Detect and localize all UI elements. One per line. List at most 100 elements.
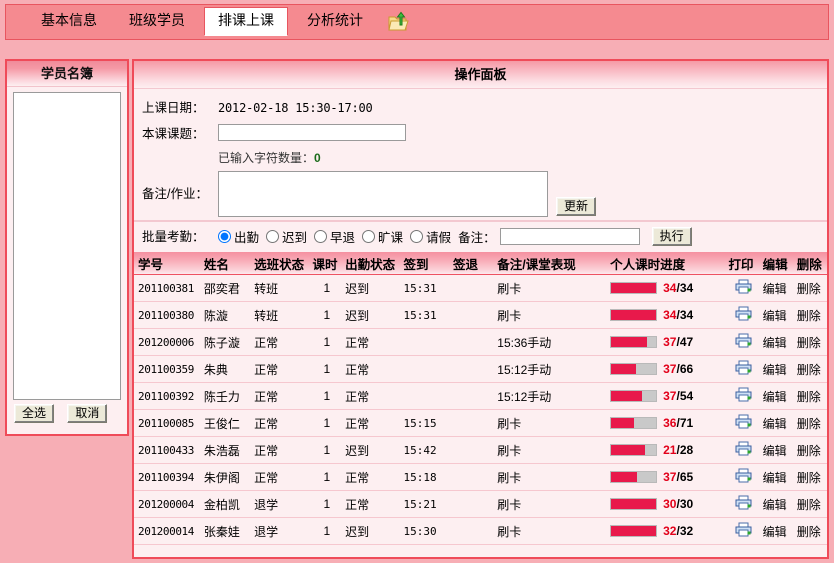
delete-link[interactable]: 删除 [797, 444, 821, 458]
cell-delete[interactable]: 删除 [792, 436, 827, 464]
roster-list[interactable] [13, 92, 121, 400]
radio-option-leave[interactable]: 请假 [410, 227, 451, 246]
print-icon[interactable] [735, 306, 752, 324]
cell-print[interactable] [724, 382, 759, 410]
cell-attendance: 正常 [341, 463, 400, 491]
cell-edit[interactable]: 编辑 [758, 463, 793, 491]
edit-link[interactable]: 编辑 [763, 498, 787, 512]
cell-edit[interactable]: 编辑 [758, 382, 793, 410]
cell-edit[interactable]: 编辑 [758, 328, 793, 356]
lesson-topic-input[interactable] [218, 124, 406, 141]
radio-leave-label: 请假 [426, 231, 452, 245]
edit-link[interactable]: 编辑 [763, 525, 787, 539]
print-icon[interactable] [735, 387, 752, 405]
cell-edit[interactable]: 编辑 [758, 436, 793, 464]
delete-link[interactable]: 删除 [797, 471, 821, 485]
execute-button[interactable]: 执行 [651, 227, 692, 246]
edit-link[interactable]: 编辑 [763, 471, 787, 485]
cell-delete[interactable]: 删除 [792, 517, 827, 545]
edit-link[interactable]: 编辑 [763, 309, 787, 323]
cell-edit[interactable]: 编辑 [758, 517, 793, 545]
edit-link[interactable]: 编辑 [763, 390, 787, 404]
cell-print[interactable] [724, 328, 759, 356]
print-icon[interactable] [735, 333, 752, 351]
edit-link[interactable]: 编辑 [763, 336, 787, 350]
lesson-remark-textarea[interactable] [218, 171, 548, 217]
radio-early-leave[interactable] [314, 230, 328, 243]
progress-bar [610, 417, 658, 429]
edit-link[interactable]: 编辑 [763, 282, 787, 296]
print-icon[interactable] [735, 360, 752, 378]
cell-delete[interactable]: 删除 [792, 409, 827, 437]
cell-print[interactable] [724, 409, 759, 437]
print-icon[interactable] [735, 414, 752, 432]
cell-edit[interactable]: 编辑 [758, 409, 793, 437]
radio-option-early-leave[interactable]: 早退 [314, 227, 355, 246]
radio-late[interactable] [266, 230, 280, 243]
print-icon[interactable] [735, 468, 752, 486]
delete-link[interactable]: 删除 [797, 336, 821, 350]
tab-schedule-class[interactable]: 排课上课 [204, 7, 288, 36]
cell-edit[interactable]: 编辑 [758, 355, 793, 383]
cell-delete[interactable]: 删除 [792, 274, 827, 302]
cell-delete[interactable]: 删除 [792, 463, 827, 491]
delete-link[interactable]: 删除 [797, 309, 821, 323]
cell-print[interactable] [724, 463, 759, 491]
delete-link[interactable]: 删除 [797, 525, 821, 539]
cell-delete[interactable]: 删除 [792, 301, 827, 329]
cell-edit[interactable]: 编辑 [758, 490, 793, 518]
radio-present[interactable] [218, 230, 231, 243]
edit-link[interactable]: 编辑 [763, 363, 787, 377]
delete-link[interactable]: 删除 [797, 417, 821, 431]
table-row: 201200014 张秦娃 退学 1 迟到 15:30 刷卡 32/32 编辑 删除 [134, 517, 827, 545]
cell-student-id: 201100392 [134, 382, 200, 410]
tab-basic-info[interactable]: 基本信息 [28, 8, 110, 34]
print-icon[interactable] [735, 522, 752, 540]
progress-total: 28 [679, 443, 694, 457]
lesson-topic-label: 本课课题： [142, 127, 205, 141]
radio-leave[interactable] [410, 230, 424, 243]
cell-print[interactable] [724, 274, 759, 302]
tab-class-students[interactable]: 班级学员 [116, 8, 198, 34]
cancel-selection-button[interactable]: 取消 [67, 404, 108, 423]
select-all-button[interactable]: 全选 [14, 404, 55, 423]
table-row: 201100392 陈壬力 正常 1 正常 15:12手动 37/54 编辑 删除 [134, 382, 827, 410]
edit-link[interactable]: 编辑 [763, 417, 787, 431]
tab-bar: 基本信息 班级学员 排课上课 分析统计 [5, 4, 829, 40]
delete-link[interactable]: 删除 [797, 363, 821, 377]
delete-link[interactable]: 删除 [797, 390, 821, 404]
radio-option-absent[interactable]: 旷课 [362, 227, 403, 246]
delete-link[interactable]: 删除 [797, 498, 821, 512]
tab-analysis-stats[interactable]: 分析统计 [294, 8, 376, 34]
radio-option-late[interactable]: 迟到 [266, 227, 307, 246]
edit-link[interactable]: 编辑 [763, 444, 787, 458]
folder-export-icon[interactable] [388, 11, 410, 33]
cell-print[interactable] [724, 517, 759, 545]
cell-print[interactable] [724, 355, 759, 383]
column-header-sign-in: 签到 [399, 252, 449, 275]
progress-current: 21 [663, 443, 677, 457]
progress-bar [610, 471, 658, 483]
cell-edit[interactable]: 编辑 [758, 274, 793, 302]
cell-edit[interactable]: 编辑 [758, 301, 793, 329]
radio-absent[interactable] [362, 230, 376, 243]
batch-remark-input[interactable] [499, 228, 640, 245]
progress-value: 32/32 [663, 524, 694, 538]
cell-print[interactable] [724, 490, 759, 518]
update-button[interactable]: 更新 [556, 197, 597, 216]
cell-delete[interactable]: 删除 [792, 382, 827, 410]
cell-delete[interactable]: 删除 [792, 355, 827, 383]
cell-delete[interactable]: 删除 [792, 490, 827, 518]
delete-link[interactable]: 删除 [797, 282, 821, 296]
radio-option-present[interactable]: 出勤 [218, 227, 259, 246]
print-icon[interactable] [735, 441, 752, 459]
cell-delete[interactable]: 删除 [792, 328, 827, 356]
cell-attendance: 迟到 [341, 274, 400, 302]
batch-attendance-label: 批量考勤： [142, 229, 205, 244]
cell-remark: 刷卡 [493, 517, 607, 545]
cell-print[interactable] [724, 301, 759, 329]
print-icon[interactable] [735, 279, 752, 297]
print-icon[interactable] [735, 495, 752, 513]
cell-print[interactable] [724, 436, 759, 464]
column-header-sign-out: 签退 [448, 252, 494, 275]
